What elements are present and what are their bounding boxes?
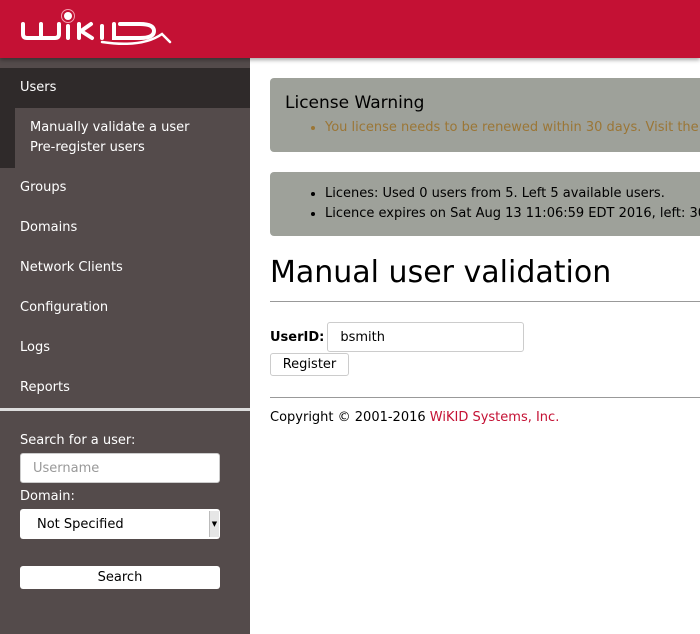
sidebar-item-configuration[interactable]: Configuration [0,288,250,328]
license-usage-text: Licenes: Used 0 users from 5. Left 5 ava… [325,184,695,204]
footer-divider [270,397,700,398]
sidebar-subitem-pre-register[interactable]: Pre-register users [30,138,250,158]
page-title: Manual user validation [270,253,700,302]
sidebar-item-reports[interactable]: Reports [0,368,250,408]
users-submenu: Manually validate a user Pre-register us… [0,108,250,168]
chevron-down-icon[interactable]: ▼ [209,511,219,537]
sidebar-item-logs[interactable]: Logs [0,328,250,368]
license-warning-panel: License Warning You license needs to be … [270,78,700,152]
domain-select[interactable]: Not Specified ▼ [20,509,220,539]
license-warning-text: You license needs to be renewed within 3… [325,118,700,138]
license-warning-title: License Warning [285,93,425,113]
company-link[interactable]: WiKID Systems, Inc. [430,410,560,425]
header [0,0,700,58]
copyright: Copyright © 2001-2016 WiKID Systems, Inc… [270,410,700,425]
userid-label: UserID: [270,329,325,345]
domain-select-value: Not Specified [37,517,124,532]
sidebar-item-domains[interactable]: Domains [0,208,250,248]
register-button[interactable]: Register [270,353,349,376]
sidebar: Users Manually validate a user Pre-regis… [0,58,250,634]
domain-label: Domain: [20,489,75,504]
license-expiry-text: Licence expires on Sat Aug 13 11:06:59 E… [325,204,700,224]
main-content: License Warning You license needs to be … [270,58,700,425]
license-info-panel: Licenes: Used 0 users from 5. Left 5 ava… [270,172,700,236]
username-search-input[interactable] [20,453,220,483]
user-search-form: Search for a user: Domain: Not Specified… [0,411,250,609]
sidebar-item-groups[interactable]: Groups [0,168,250,208]
copyright-text: Copyright © 2001-2016 [270,410,430,425]
sidebar-subitem-manually-validate[interactable]: Manually validate a user [30,118,250,138]
sidebar-item-network-clients[interactable]: Network Clients [0,248,250,288]
search-label: Search for a user: [20,433,136,448]
wikid-logo[interactable] [20,8,180,52]
sidebar-item-users[interactable]: Users [0,68,250,108]
search-button[interactable]: Search [20,566,220,589]
userid-input[interactable] [327,322,525,352]
